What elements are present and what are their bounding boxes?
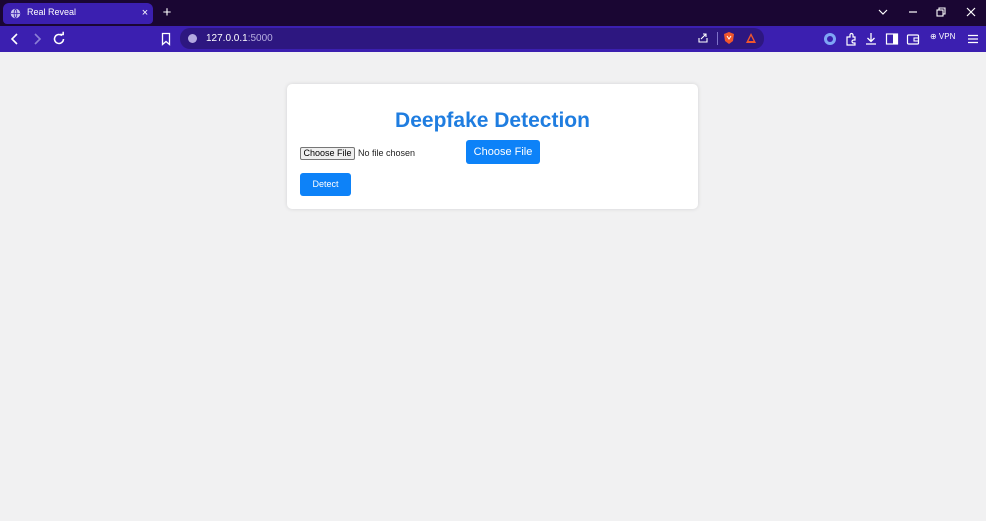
bookmark-icon[interactable]	[158, 31, 174, 47]
tab-real-reveal[interactable]: Real Reveal ×	[3, 3, 153, 24]
share-icon[interactable]	[696, 31, 710, 45]
native-file-input-button[interactable]: Choose File	[300, 147, 355, 160]
downloads-icon[interactable]	[863, 31, 879, 47]
brave-shields-icon[interactable]	[722, 31, 736, 45]
sidebar-icon[interactable]	[884, 31, 900, 47]
extensions-icon[interactable]	[843, 31, 859, 47]
profile-icon[interactable]	[822, 31, 838, 47]
globe-icon	[10, 8, 21, 19]
choose-file-button[interactable]: Choose File	[466, 140, 540, 164]
address-bar[interactable]: 127.0.0.1:5000	[180, 28, 764, 49]
vpn-button[interactable]: ⊕ VPN	[930, 32, 955, 41]
url-port: :5000	[247, 33, 273, 44]
address-bar-divider	[717, 32, 718, 45]
site-info-icon[interactable]	[188, 34, 197, 43]
url-host: 127.0.0.1	[206, 33, 248, 44]
file-status-text: No file chosen	[358, 148, 416, 158]
back-icon[interactable]	[7, 31, 23, 47]
wallet-icon[interactable]	[905, 31, 921, 47]
minimize-icon[interactable]	[906, 5, 920, 19]
detection-card: Deepfake Detection Choose File No file c…	[287, 84, 698, 209]
close-window-icon[interactable]	[964, 5, 978, 19]
page-title: Deepfake Detection	[395, 109, 590, 132]
tab-title: Real Reveal	[27, 7, 77, 17]
detect-button[interactable]: Detect	[300, 173, 351, 196]
brave-rewards-icon[interactable]	[744, 31, 758, 45]
close-tab-icon[interactable]: ×	[139, 7, 151, 19]
browser-toolbar: 127.0.0.1:5000 ⊕ VPN	[0, 26, 986, 52]
menu-icon[interactable]	[965, 31, 981, 47]
new-tab-button[interactable]: +	[159, 5, 175, 21]
restore-icon[interactable]	[934, 5, 948, 19]
url-text[interactable]: 127.0.0.1:5000	[206, 33, 273, 44]
page-viewport: Deepfake Detection Choose File No file c…	[0, 52, 986, 521]
forward-icon[interactable]	[29, 31, 45, 47]
tab-search-chevron-icon[interactable]	[876, 5, 890, 19]
tab-strip: Real Reveal × +	[0, 0, 986, 26]
reload-icon[interactable]	[51, 31, 67, 47]
